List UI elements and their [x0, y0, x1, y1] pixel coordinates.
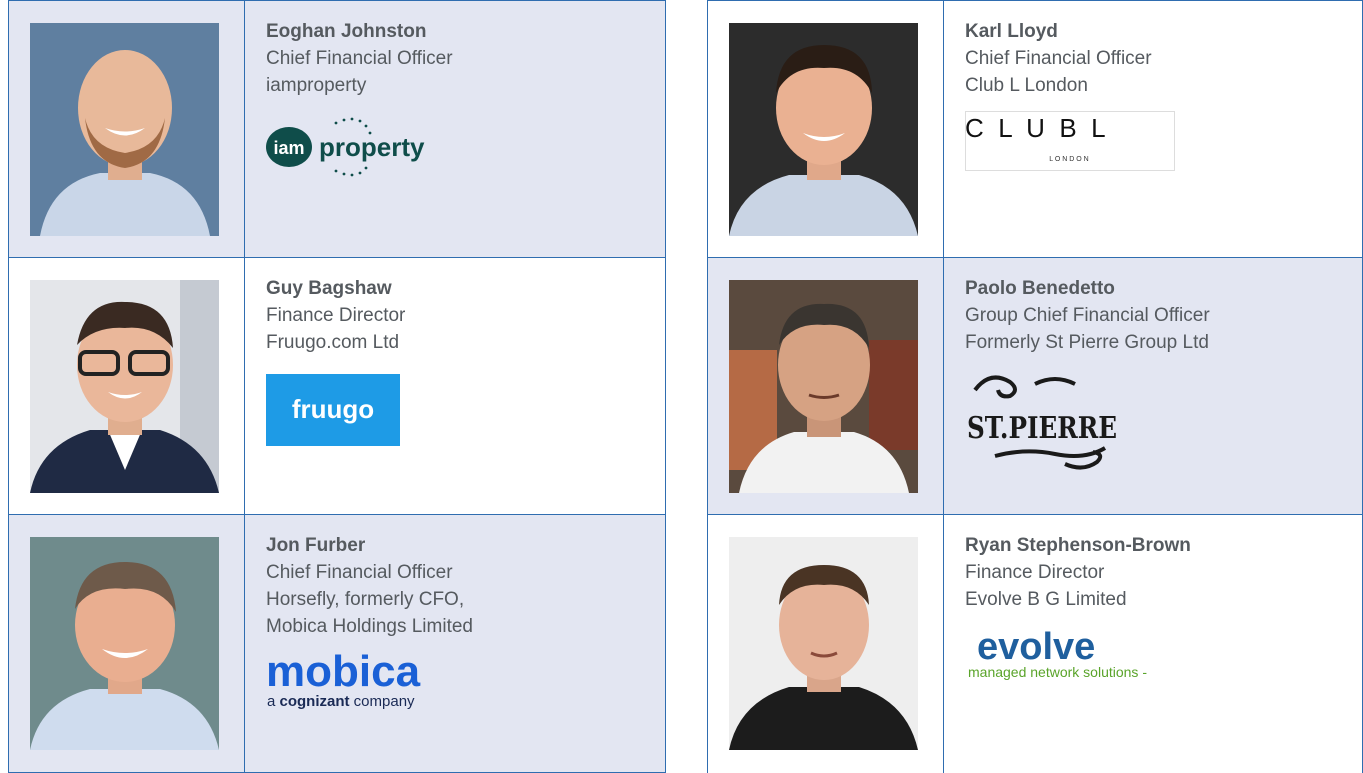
logo-text: fruugo	[292, 394, 374, 424]
mobica-logo: mobica a cognizant company	[266, 648, 665, 710]
profile-card: Karl Lloyd Chief Financial Officer Club …	[707, 0, 1363, 258]
person-role: Group Chief Financial Officer	[965, 305, 1210, 326]
profile-photo	[729, 23, 918, 236]
photo-cell	[9, 1, 245, 257]
profile-card: Eoghan Johnston Chief Financial Officer …	[8, 0, 666, 258]
logo-sub: managed network solutions -	[968, 664, 1147, 680]
photo-cell	[708, 258, 944, 514]
logo-text-a: iam	[273, 138, 304, 158]
photo-cell	[708, 1, 944, 257]
person-role: Finance Director	[965, 562, 1105, 583]
left-column: Eoghan Johnston Chief Financial Officer …	[8, 0, 666, 773]
logo-sub-c: company	[350, 693, 416, 710]
photo-cell	[9, 515, 245, 772]
profile-photo	[729, 280, 918, 493]
profile-text: Ryan Stephenson-Brown Finance Director E…	[944, 515, 1362, 773]
logo-sub: L O N D O N	[1049, 156, 1088, 163]
logo-sub-a: a	[267, 693, 280, 710]
fruugo-logo: fruugo	[266, 374, 665, 446]
person-company: Fruugo.com Ltd	[266, 332, 400, 353]
person-role: Chief Financial Officer	[965, 48, 1152, 69]
profile-text: Jon Furber Chief Financial Officer Horse…	[245, 515, 665, 772]
logo-text: mobica	[266, 648, 421, 696]
profile-card: Ryan Stephenson-Brown Finance Director E…	[707, 515, 1363, 773]
person-company: iamproperty	[266, 75, 367, 96]
profile-photo	[30, 537, 219, 750]
svg-text:a cognizant company: a cognizant company	[267, 693, 415, 710]
logo-text-b: property	[319, 132, 425, 162]
person-company-line2: Mobica Holdings Limited	[266, 616, 473, 637]
person-name: Ryan Stephenson-Brown	[965, 535, 1191, 556]
logo-sub-b: cognizant	[280, 693, 350, 710]
person-company: Evolve B G Limited	[965, 589, 1127, 610]
person-name: Guy Bagshaw	[266, 278, 392, 299]
profile-card: Jon Furber Chief Financial Officer Horse…	[8, 515, 666, 773]
person-role: Chief Financial Officer	[266, 562, 453, 583]
profile-photo	[30, 23, 219, 236]
person-role: Finance Director	[266, 305, 406, 326]
logo-text: ST.PIERRE	[967, 411, 1117, 446]
person-company: Horsefly, formerly CFO,	[266, 589, 465, 610]
stpierre-logo: ST.PIERRE	[965, 368, 1362, 472]
person-role: Chief Financial Officer	[266, 48, 453, 69]
photo-cell	[9, 258, 245, 514]
iamproperty-logo: iam property	[266, 113, 665, 183]
right-column: Karl Lloyd Chief Financial Officer Club …	[707, 0, 1363, 773]
person-company: Formerly St Pierre Group Ltd	[965, 332, 1209, 353]
profile-photo	[30, 280, 219, 493]
photo-cell	[708, 515, 944, 773]
profile-text: Paolo Benedetto Group Chief Financial Of…	[944, 258, 1362, 514]
profile-card: Guy Bagshaw Finance Director Fruugo.com …	[8, 258, 666, 515]
person-name: Karl Lloyd	[965, 21, 1058, 42]
clubl-logo: C L U B L L O N D O N	[965, 111, 1362, 173]
logo-text: C L U B L	[965, 113, 1106, 143]
profile-card: Paolo Benedetto Group Chief Financial Of…	[707, 258, 1363, 515]
logo-text: evolve	[977, 626, 1095, 668]
profile-text: Eoghan Johnston Chief Financial Officer …	[245, 1, 665, 257]
profile-text: Guy Bagshaw Finance Director Fruugo.com …	[245, 258, 665, 514]
person-name: Eoghan Johnston	[266, 21, 427, 42]
person-name: Paolo Benedetto	[965, 278, 1115, 299]
person-company: Club L London	[965, 75, 1088, 96]
profile-text: Karl Lloyd Chief Financial Officer Club …	[944, 1, 1362, 257]
evolve-logo: evolve managed network solutions -	[965, 623, 1362, 683]
profile-photo	[729, 537, 918, 750]
person-name: Jon Furber	[266, 535, 366, 556]
